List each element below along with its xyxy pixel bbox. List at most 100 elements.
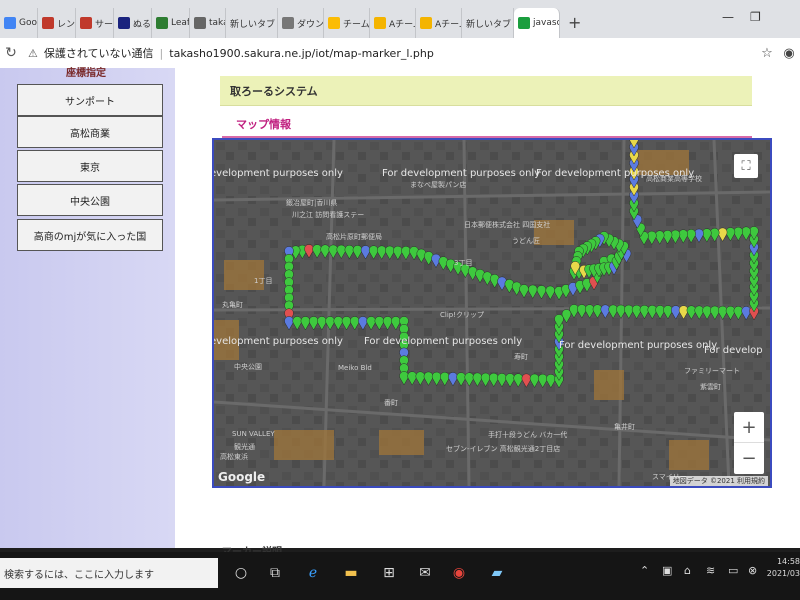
poi-label: 紫雲町 <box>700 383 721 391</box>
taskbar-clock[interactable]: 14:58 2021/03 <box>766 556 800 580</box>
address-bar: ↻ ⚠ 保護されていない通信 | takasho1900.sakura.ne.j… <box>0 38 800 69</box>
browser-tab-label: ダウン( <box>297 19 324 30</box>
browser-tab-label: レンタ <box>57 19 76 30</box>
browser-tab[interactable]: Aチーム <box>370 8 416 38</box>
taskbar: 検索するには、ここに入力します ○ ⧉ ℯ ▬ ⊞ ✉ ◉ ▰ ⌃ ▣ ⌂ ≋ … <box>0 552 800 600</box>
network-icon[interactable]: ⌂ <box>684 564 691 577</box>
poi-label: 亀井町 <box>614 423 635 431</box>
poi-label: 1丁目 <box>254 277 273 285</box>
mail-icon[interactable]: ✉ <box>414 562 436 584</box>
google-logo: Google <box>218 470 266 484</box>
restore-icon[interactable]: ❐ <box>750 10 761 24</box>
tray-chevron-icon[interactable]: ⌃ <box>640 564 649 577</box>
poi-label: 観光通 <box>234 443 255 451</box>
doc-icon <box>282 17 294 29</box>
browser-tab[interactable]: Leafle <box>152 8 190 38</box>
url-text[interactable]: takasho1900.sakura.ne.jp/iot/map-marker_… <box>169 47 434 60</box>
clock-date: 2021/03 <box>766 569 800 578</box>
notification-icon[interactable]: ⊗ <box>748 564 757 577</box>
slides-icon <box>374 17 386 29</box>
browser-tab[interactable]: Goog <box>0 8 38 38</box>
browser-tab[interactable]: 新しいタブ <box>462 8 514 38</box>
drive-icon <box>328 17 340 29</box>
poi-label: 3丁目 <box>454 259 473 267</box>
notes-icon[interactable]: ▰ <box>486 562 508 584</box>
dev-watermark: For development purposes only <box>364 336 523 347</box>
js-icon <box>518 17 530 29</box>
edge-icon[interactable]: ℯ <box>302 562 324 584</box>
browser-tab-label: Aチーム <box>389 19 415 30</box>
battery-icon[interactable]: ▭ <box>728 564 738 577</box>
bookmark-star-icon[interactable]: ☆ <box>756 46 778 61</box>
cortana-icon[interactable]: ○ <box>230 562 252 584</box>
taskbar-search-placeholder: 検索するには、ここに入力します <box>4 569 154 581</box>
poi-label: 高松東浜 <box>220 453 248 461</box>
dev-watermark: For development purposes only <box>559 340 718 351</box>
sidebar-item-tokyo[interactable]: 東京 <box>17 150 163 182</box>
dev-watermark: For development purposes only <box>382 168 541 179</box>
zoom-in-button[interactable]: + <box>734 412 764 442</box>
system-title: 取ろーるシステム <box>220 76 752 106</box>
map-section-label[interactable]: マップ情報 <box>236 116 291 132</box>
browser-tab[interactable]: takas <box>190 8 226 38</box>
poi-label: Clip!クリップ <box>440 311 485 319</box>
sidebar: 座標指定 サンポート 高松商業 東京 中央公園 高商のmjが気に入った国 <box>0 68 175 548</box>
poi-label: 番町 <box>384 399 398 407</box>
poi-label: 中央公園 <box>234 363 262 371</box>
sidebar-item-chuo-park[interactable]: 中央公園 <box>17 184 163 216</box>
sidebar-item-takamatsu-commercial[interactable]: 高松商業 <box>17 116 163 148</box>
browser-tab-label: 新しいタブ <box>466 19 512 30</box>
slides-icon <box>420 17 432 29</box>
browser-tab-label: サーバ <box>95 19 113 30</box>
globe-icon <box>194 17 206 29</box>
dev-watermark: evelopment purposes only <box>212 336 343 347</box>
chrome-icon[interactable]: ◉ <box>448 562 470 584</box>
browser-tab[interactable]: 新しいタブ <box>226 8 278 38</box>
new-tab-button[interactable]: + <box>560 8 589 38</box>
security-label: 保護されていない通信 <box>43 47 154 60</box>
omnibox[interactable]: ⚠ 保護されていない通信 | takasho1900.sakura.ne.jp/… <box>28 42 750 64</box>
taskbar-search[interactable]: 検索するには、ここに入力します <box>0 558 218 588</box>
browser-tab-label: Aチーム <box>435 19 461 30</box>
omnibox-divider: | <box>159 46 164 60</box>
poi-label: まなべ屋製パン店 <box>410 181 467 189</box>
sidebar-item-sunport[interactable]: サンポート <box>17 84 163 116</box>
poi-label: Meiko Bld <box>338 364 372 372</box>
wifi-icon[interactable]: ≋ <box>706 564 715 577</box>
sidebar-item-favorite-country[interactable]: 高商のmjが気に入った国 <box>17 219 163 251</box>
map-attribution[interactable]: 地図データ ©2021 利用規約 <box>669 476 768 486</box>
browser-tab[interactable]: サーバ <box>76 8 114 38</box>
browser-tab[interactable]: ダウン( <box>278 8 324 38</box>
poi-label: 手打十段うどん バカ一代 <box>488 431 568 439</box>
map-container[interactable]: evelopment purposes only For development… <box>212 138 772 488</box>
leaf-icon <box>156 17 168 29</box>
browser-tab[interactable]: javasc <box>514 8 560 38</box>
browser-tab-bar: Goog レンタ サーバ ぬるぬ Leafle takas 新しいタブ ダウン(チーム Aチーム… <box>0 0 800 38</box>
fullscreen-icon[interactable]: ⛶ <box>734 154 758 178</box>
browser-tab-label: javasc <box>533 18 560 28</box>
google-icon <box>4 17 16 29</box>
app-icon <box>80 17 92 29</box>
browser-tab[interactable]: ぬるぬ <box>114 8 152 38</box>
browser-tab[interactable]: レンタ <box>38 8 76 38</box>
profile-icon[interactable]: ◉ <box>778 46 800 61</box>
tray-app-icon[interactable]: ▣ <box>662 564 672 577</box>
browser-tab-label: takas <box>209 18 225 28</box>
app-icon <box>118 17 130 29</box>
poi-label: 高松商業高等学校 <box>646 175 702 183</box>
browser-tab[interactable]: チーム <box>324 8 370 38</box>
browser-tab-label: 新しいタブ <box>230 19 276 30</box>
zoom-out-button[interactable]: − <box>734 443 764 473</box>
poi-label: 川之江 訪問看護ステー <box>292 211 365 219</box>
reload-icon[interactable]: ↻ <box>0 45 22 61</box>
poi-label: 高松片原町郵便局 <box>326 233 382 241</box>
file-explorer-icon[interactable]: ▬ <box>340 562 362 584</box>
zoom-control: + − <box>734 412 764 474</box>
minimize-icon[interactable]: — <box>722 10 734 24</box>
task-view-icon[interactable]: ⧉ <box>264 562 286 584</box>
dev-watermark: For develop <box>704 345 763 356</box>
store-icon[interactable]: ⊞ <box>378 562 400 584</box>
browser-tab[interactable]: Aチーム <box>416 8 462 38</box>
browser-tab-label: ぬるぬ <box>133 19 152 30</box>
browser-tab-label: Leafle <box>171 18 190 28</box>
